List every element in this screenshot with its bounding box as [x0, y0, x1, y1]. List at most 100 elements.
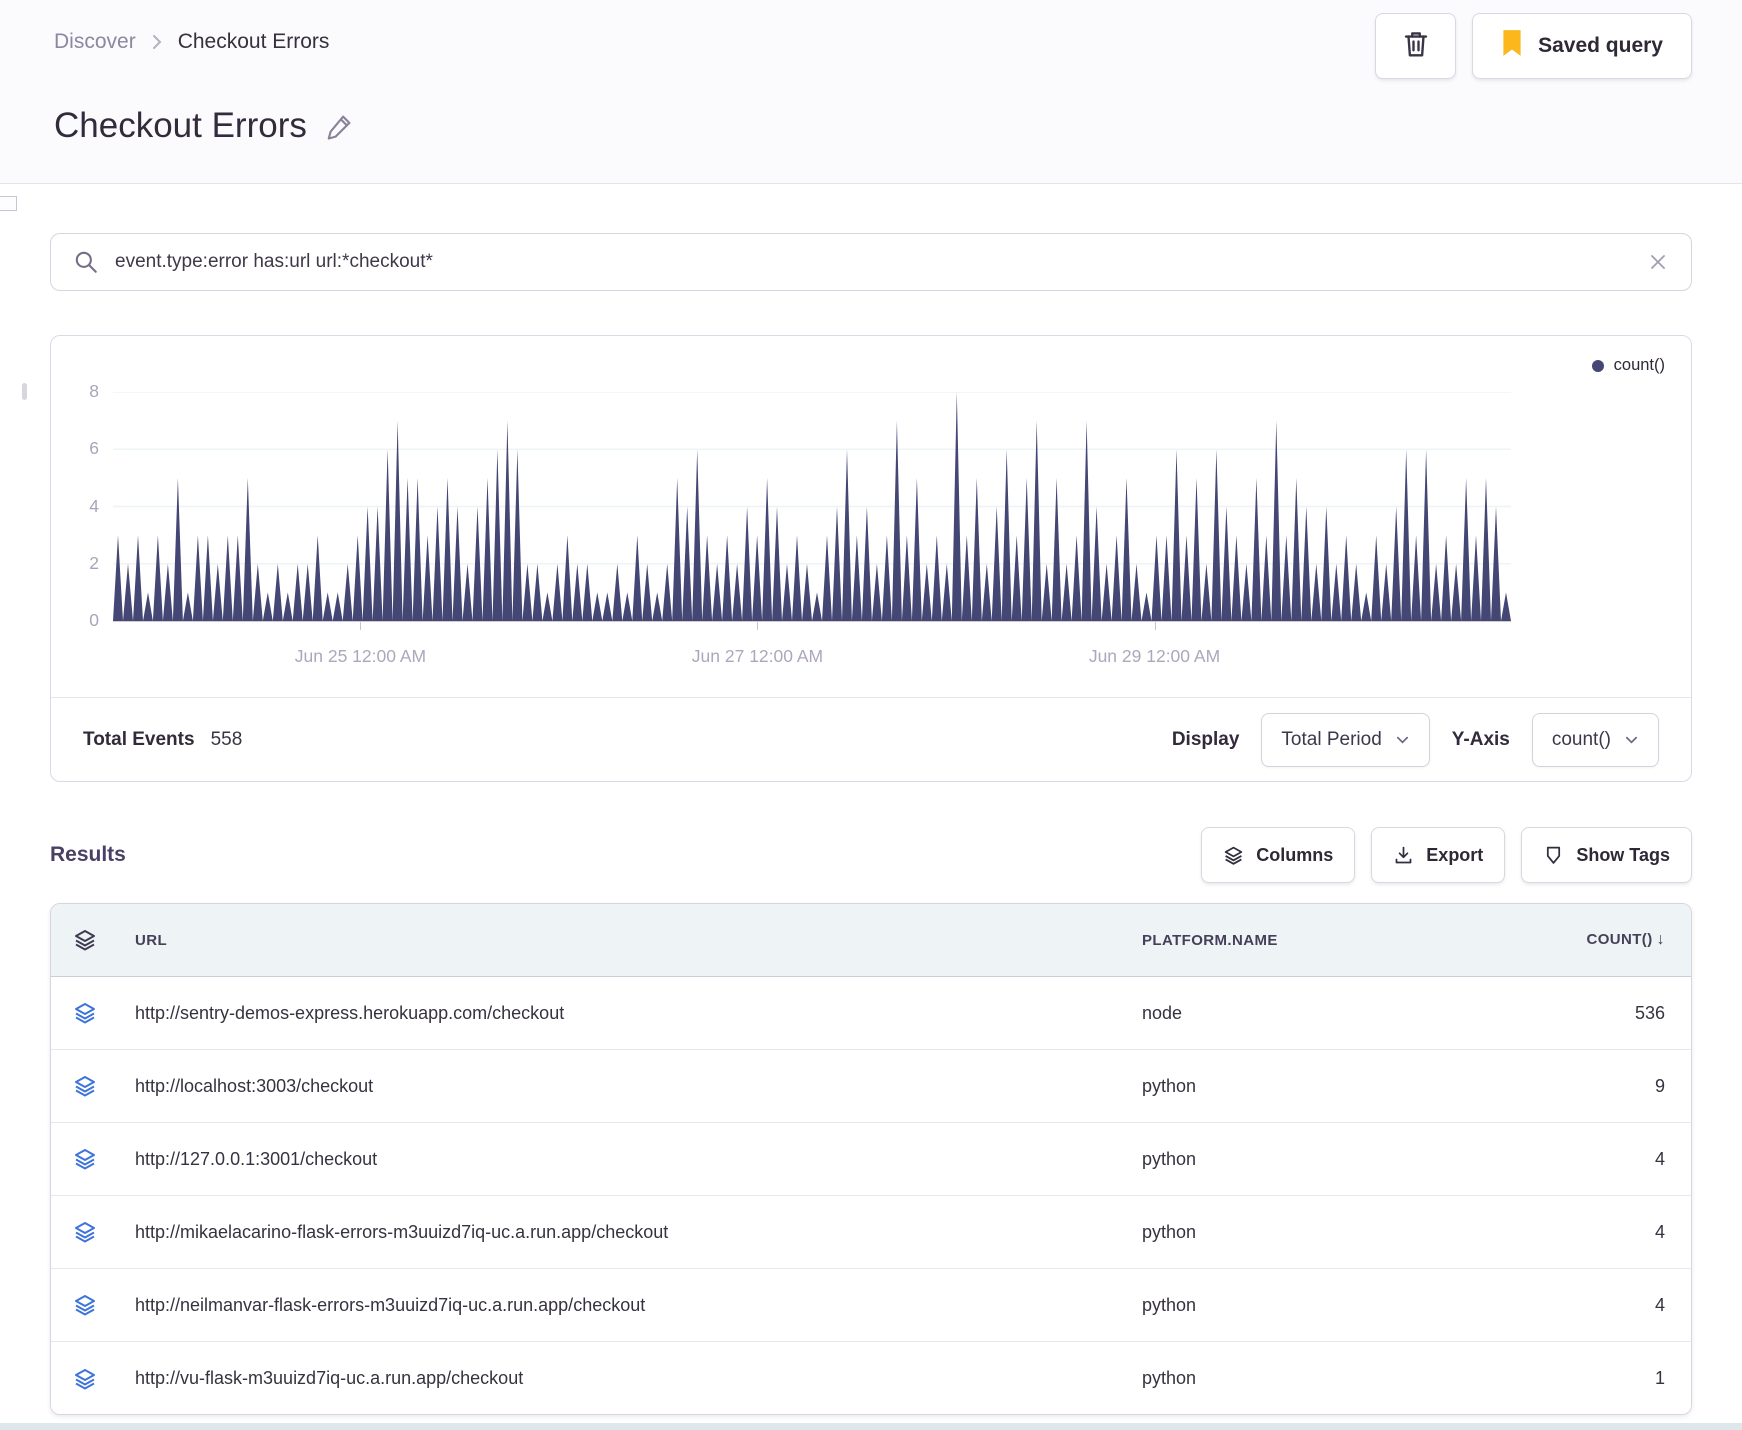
breadcrumb: Discover Checkout Errors	[54, 30, 329, 54]
total-events-value: 558	[210, 728, 243, 750]
chart-footer: Total Events 558 Display Total Period Y-…	[51, 697, 1691, 781]
chart-legend[interactable]: count()	[1591, 356, 1665, 375]
cell-count: 4	[1654, 1221, 1665, 1242]
cell-platform: node	[1142, 1002, 1183, 1023]
cell-platform: python	[1142, 1294, 1197, 1315]
yaxis-select[interactable]: count()	[1531, 712, 1659, 767]
search-icon	[73, 249, 99, 275]
display-value: Total Period	[1281, 728, 1382, 750]
pencil-icon[interactable]	[325, 109, 355, 143]
trash-icon	[1401, 28, 1431, 65]
total-events-label: Total Events	[83, 728, 195, 750]
cell-url[interactable]: http://mikaelacarino-flask-errors-m3uuiz…	[135, 1222, 1114, 1243]
x-tick-label: Jun 25 12:00 AM	[294, 646, 427, 666]
saved-query-button[interactable]: Saved query	[1472, 13, 1692, 79]
page-title-text: Checkout Errors	[54, 106, 307, 145]
cell-count: 1	[1654, 1368, 1665, 1388]
results-header: Results Columns Export Show Tags	[50, 827, 1692, 883]
layers-icon[interactable]	[73, 1074, 135, 1098]
cell-count: 9	[1654, 1075, 1665, 1096]
results-table: URL PLATFORM.NAME COUNT() ↓ http://sentry…	[50, 903, 1692, 1415]
topbar: Discover Checkout Errors Saved query Che…	[0, 0, 1742, 184]
table-row[interactable]: http://localhost:3003/checkout python 9	[51, 1050, 1691, 1123]
table-row[interactable]: http://vu-flask-m3uuizd7iq-uc.a.run.app/…	[51, 1342, 1691, 1414]
results-heading: Results	[50, 843, 126, 866]
chevron-right-icon	[150, 32, 164, 52]
scroll-handle[interactable]	[22, 383, 27, 400]
window-bottom-strip	[0, 1423, 1742, 1430]
table-row[interactable]: http://neilmanvar-flask-errors-m3uuizd7i…	[51, 1269, 1691, 1342]
cell-url[interactable]: http://neilmanvar-flask-errors-m3uuizd7i…	[135, 1295, 1114, 1316]
layers-icon	[1223, 845, 1244, 866]
discover-page: Discover Checkout Errors Saved query Che…	[0, 0, 1742, 1430]
saved-query-label: Saved query	[1538, 34, 1663, 57]
chevron-down-icon	[1395, 732, 1410, 747]
layers-icon[interactable]	[73, 1367, 135, 1391]
show-tags-label: Show Tags	[1576, 844, 1670, 865]
cell-url[interactable]: http://sentry-demos-express.herokuapp.co…	[135, 1003, 1114, 1024]
y-tick-label: 0	[89, 610, 99, 630]
delete-query-button[interactable]	[1375, 13, 1457, 79]
chart-zone: 0 2 4 6 8	[51, 381, 1651, 630]
table-body: http://sentry-demos-express.herokuapp.co…	[51, 977, 1691, 1414]
arrow-down-icon: ↓	[1656, 931, 1665, 948]
chevron-down-icon	[1624, 732, 1639, 747]
x-tick-mark	[757, 622, 759, 630]
cell-count: 4	[1654, 1148, 1665, 1169]
legend-dot-icon	[1591, 359, 1604, 372]
layers-icon[interactable]	[73, 928, 135, 952]
close-icon[interactable]	[1647, 251, 1669, 273]
show-tags-button[interactable]: Show Tags	[1521, 827, 1692, 883]
x-tick-mark	[360, 622, 362, 630]
column-header-url[interactable]: URL	[135, 932, 1114, 949]
yaxis-value: count()	[1551, 728, 1611, 750]
window-edge-tab	[0, 196, 17, 211]
table-header-row: URL PLATFORM.NAME COUNT() ↓	[51, 904, 1691, 977]
table-row[interactable]: http://127.0.0.1:3001/checkout python 4	[51, 1123, 1691, 1196]
cell-url[interactable]: http://localhost:3003/checkout	[135, 1076, 1114, 1097]
events-area-chart[interactable]	[113, 392, 1511, 621]
x-tick-label: Jun 27 12:00 AM	[691, 646, 824, 666]
yaxis-label: Y-Axis	[1451, 728, 1510, 750]
column-header-count[interactable]: COUNT() ↓	[1501, 931, 1677, 949]
cell-count: 536	[1634, 1002, 1665, 1023]
export-button[interactable]: Export	[1371, 827, 1506, 883]
breadcrumb-discover[interactable]: Discover	[54, 30, 136, 54]
cell-count: 4	[1654, 1294, 1665, 1315]
y-tick-label: 6	[89, 438, 99, 459]
search-bar[interactable]: event.type:error has:url url:*checkout*	[50, 233, 1692, 291]
download-icon	[1393, 845, 1414, 866]
layers-icon[interactable]	[73, 1220, 135, 1244]
top-actions: Saved query	[1375, 13, 1692, 79]
layers-icon[interactable]	[73, 1147, 135, 1171]
layers-icon[interactable]	[73, 1001, 135, 1025]
breadcrumb-current: Checkout Errors	[177, 30, 330, 53]
page-title: Checkout Errors	[54, 106, 355, 146]
cell-platform: python	[1142, 1075, 1197, 1096]
chart-panel: count() 0 2 4 6 8 Jun 25 12:00 AM Jun 27 12:0…	[50, 335, 1692, 782]
x-axis: Jun 25 12:00 AM Jun 27 12:00 AM Jun 29 12:…	[113, 621, 1511, 682]
bookmark-icon	[1501, 29, 1523, 63]
x-tick-mark	[1154, 622, 1156, 630]
tag-icon	[1543, 845, 1564, 866]
layers-icon[interactable]	[73, 1293, 135, 1317]
cell-url[interactable]: http://vu-flask-m3uuizd7iq-uc.a.run.app/…	[135, 1368, 1114, 1389]
x-tick-label: Jun 29 12:00 AM	[1088, 646, 1221, 666]
y-tick-label: 8	[89, 381, 99, 401]
y-tick-label: 4	[89, 495, 99, 516]
cell-url[interactable]: http://127.0.0.1:3001/checkout	[135, 1149, 1114, 1170]
display-label: Display	[1171, 728, 1240, 750]
y-tick-label: 2	[89, 552, 99, 573]
cell-platform: python	[1142, 1368, 1197, 1388]
display-select[interactable]: Total Period	[1261, 712, 1430, 767]
table-row[interactable]: http://mikaelacarino-flask-errors-m3uuiz…	[51, 1196, 1691, 1269]
legend-label: count()	[1613, 356, 1665, 374]
column-header-platform[interactable]: PLATFORM.NAME	[1114, 932, 1501, 949]
cell-platform: python	[1142, 1221, 1197, 1242]
export-label: Export	[1426, 844, 1484, 865]
columns-label: Columns	[1256, 844, 1334, 865]
search-query-input[interactable]: event.type:error has:url url:*checkout*	[115, 251, 1631, 273]
cell-platform: python	[1142, 1148, 1197, 1169]
table-row[interactable]: http://sentry-demos-express.herokuapp.co…	[51, 977, 1691, 1050]
columns-button[interactable]: Columns	[1201, 827, 1356, 883]
